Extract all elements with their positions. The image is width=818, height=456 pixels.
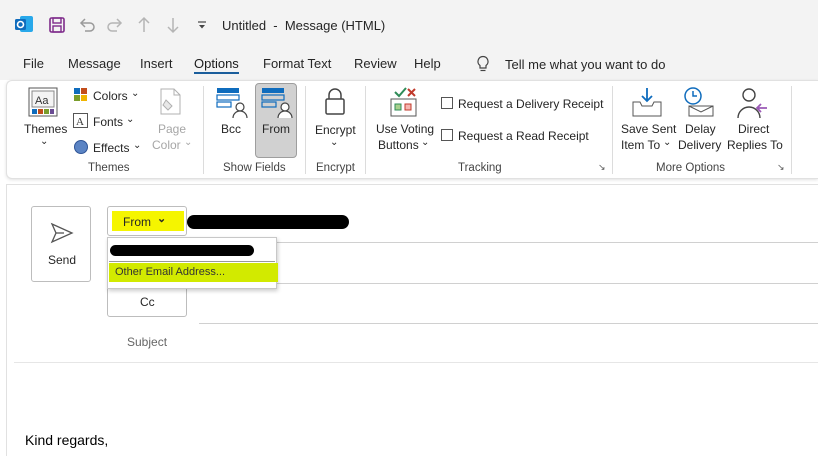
colors-icon: [74, 88, 87, 101]
ribbon-separator: [612, 86, 613, 174]
tell-me-search[interactable]: Tell me what you want to do: [505, 57, 665, 72]
direct-replies-to-button[interactable]: Replies To: [727, 138, 783, 152]
subject-label: Subject: [127, 335, 168, 349]
tab-help[interactable]: Help: [414, 56, 441, 71]
themes-icon: Aa: [28, 87, 58, 117]
tracking-dialog-launcher-icon[interactable]: ↘: [598, 162, 606, 173]
delay-delivery-icon: [684, 87, 714, 117]
page-color-button[interactable]: Color: [152, 138, 181, 152]
ribbon-separator: [305, 86, 306, 174]
ribbon-separator: [791, 86, 792, 174]
svg-text:Aa: Aa: [35, 95, 49, 107]
cc-label: Cc: [140, 295, 155, 309]
svg-text:A: A: [76, 116, 84, 128]
effects-chevron-icon[interactable]: ⌄: [133, 140, 141, 151]
from-chevron-icon: ⌄: [157, 213, 167, 225]
fonts-button[interactable]: Fonts: [93, 115, 123, 129]
effects-icon: [74, 140, 88, 154]
tab-format-text[interactable]: Format Text: [263, 56, 331, 71]
ribbon-separator: [365, 86, 366, 174]
delivery-receipt-checkbox[interactable]: [441, 97, 453, 109]
tab-file[interactable]: File: [23, 56, 44, 71]
group-label-encrypt: Encrypt: [316, 162, 355, 174]
arrow-up-icon[interactable]: [136, 15, 152, 35]
from-label: From: [123, 215, 151, 229]
colors-button[interactable]: Colors: [93, 89, 128, 103]
window-title: Untitled - Message (HTML): [222, 18, 386, 33]
tab-insert[interactable]: Insert: [140, 56, 173, 71]
redo-icon[interactable]: [106, 16, 124, 34]
save-icon[interactable]: [48, 16, 66, 34]
direct-label[interactable]: Direct: [738, 122, 769, 136]
cc-field-divider: [199, 283, 818, 284]
from-button-label[interactable]: From: [262, 122, 290, 136]
encrypt-button[interactable]: Encrypt: [315, 123, 356, 137]
group-label-show-fields: Show Fields: [223, 162, 286, 174]
message-body-text[interactable]: Kind regards,: [25, 432, 108, 448]
subject-field-divider: [199, 323, 818, 324]
themes-button[interactable]: Themes: [24, 122, 67, 136]
voting-buttons-button[interactable]: Buttons: [378, 138, 419, 152]
read-receipt-label[interactable]: Request a Read Receipt: [458, 129, 589, 143]
page-color-label-1: Page: [158, 122, 187, 136]
use-voting-label[interactable]: Use Voting: [376, 122, 434, 136]
save-sent-item-to-button[interactable]: Item To: [621, 138, 660, 152]
send-label: Send: [48, 253, 77, 267]
send-button[interactable]: [31, 206, 91, 282]
colors-chevron-icon[interactable]: ⌄: [131, 88, 139, 99]
other-email-address-item[interactable]: Other Email Address...: [115, 266, 225, 278]
fonts-chevron-icon[interactable]: ⌄: [126, 114, 134, 125]
bcc-icon: [216, 88, 248, 119]
from-icon: [261, 88, 293, 119]
bcc-button[interactable]: Bcc: [221, 122, 241, 136]
from-address-redacted: [187, 215, 349, 229]
menu-bar: [0, 50, 818, 80]
dropdown-account-redacted[interactable]: [110, 245, 254, 256]
arrow-down-icon[interactable]: [165, 15, 181, 35]
group-label-tracking: Tracking: [458, 162, 502, 174]
read-receipt-checkbox[interactable]: [441, 129, 453, 141]
send-icon: [50, 222, 74, 244]
dropdown-divider: [109, 261, 275, 262]
encrypt-chevron-icon[interactable]: ⌄: [330, 137, 338, 148]
delivery-receipt-label[interactable]: Request a Delivery Receipt: [458, 97, 603, 111]
tab-review[interactable]: Review: [354, 56, 397, 71]
group-label-themes: Themes: [88, 162, 130, 174]
group-label-more-options: More Options: [656, 162, 726, 174]
themes-chevron-icon[interactable]: ⌄: [40, 136, 48, 147]
customize-toolbar-icon[interactable]: [196, 20, 208, 32]
page-color-chevron-icon: ⌄: [184, 137, 193, 148]
undo-icon[interactable]: [78, 16, 96, 34]
page-color-icon: [160, 88, 181, 115]
delay-label[interactable]: Delay: [685, 122, 716, 136]
save-sent-chevron-icon[interactable]: ⌄: [663, 137, 671, 148]
tab-message[interactable]: Message: [68, 56, 121, 71]
body-divider: [14, 362, 818, 363]
voting-buttons-icon: [390, 87, 417, 117]
ribbon-separator: [203, 86, 204, 174]
direct-replies-icon: [737, 88, 767, 119]
more-options-dialog-launcher-icon[interactable]: ↘: [777, 162, 785, 173]
save-sent-label[interactable]: Save Sent: [621, 122, 676, 136]
delay-delivery-button[interactable]: Delivery: [678, 138, 721, 152]
save-sent-item-icon: [632, 88, 662, 117]
to-field-divider: [199, 242, 818, 243]
tab-options[interactable]: Options: [194, 56, 239, 74]
effects-button[interactable]: Effects: [93, 141, 129, 155]
lightbulb-icon: [477, 55, 489, 72]
fonts-icon: A: [73, 113, 88, 128]
lock-icon: [325, 88, 345, 115]
outlook-logo-icon: [15, 16, 33, 32]
voting-chevron-icon[interactable]: ⌄: [421, 137, 429, 148]
